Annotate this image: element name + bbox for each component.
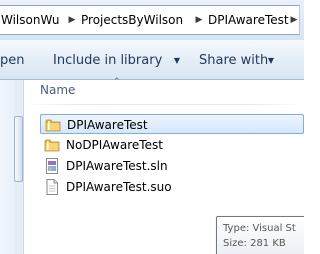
generic-file-icon — [44, 179, 60, 195]
chevron-right-icon[interactable]: ▶ — [287, 11, 301, 29]
chevron-right-icon[interactable]: ▶ — [192, 11, 206, 29]
file-row-dpiawaretest[interactable]: DPIAwareTest — [40, 114, 304, 134]
address-bar-area: WilsonWu ▶ ProjectsByWilson ▶ DPIAwareTe… — [0, 0, 304, 40]
nav-scrollbar-thumb[interactable] — [14, 116, 23, 182]
file-name: DPIAwareTest — [67, 118, 148, 132]
solution-file-icon — [44, 158, 60, 174]
triangle-down-icon[interactable]: ▼ — [172, 53, 182, 69]
name-column-header[interactable]: Name — [40, 82, 75, 98]
chevron-right-icon[interactable]: ▶ — [65, 11, 79, 29]
folder-icon — [45, 117, 61, 133]
file-row-dpiawaretest-suo[interactable]: DPIAwareTest.suo — [40, 177, 304, 197]
tooltip-type: Type: Visual St — [223, 223, 296, 234]
tooltip-size: Size: 281 KB — [223, 238, 286, 249]
breadcrumb-projectsbywilson[interactable]: ProjectsByWilson — [81, 11, 183, 29]
triangle-down-icon[interactable]: ▼ — [266, 53, 276, 69]
file-name: NoDPIAwareTest — [66, 138, 163, 152]
file-name: DPIAwareTest.suo — [66, 180, 172, 194]
share-with-button[interactable]: Share with — [199, 52, 268, 70]
file-name: DPIAwareTest.sln — [66, 159, 168, 173]
breadcrumb-dpiawaretest[interactable]: DPIAwareTest — [208, 11, 289, 29]
include-in-library-button[interactable]: Include in library — [53, 52, 162, 70]
open-button[interactable]: pen — [0, 52, 25, 70]
file-row-nodpiawaretest[interactable]: NoDPIAwareTest — [40, 135, 304, 155]
file-info-tooltip: Type: Visual St Size: 281 KB — [216, 216, 304, 254]
address-bar[interactable]: WilsonWu ▶ ProjectsByWilson ▶ DPIAwareTe… — [0, 5, 300, 35]
command-bar: pen Include in library ▼ Share with ▼ — [0, 40, 304, 80]
explorer-window: WilsonWu ▶ ProjectsByWilson ▶ DPIAwareTe… — [0, 0, 304, 254]
chevron-up-icon: ⌃ — [113, 77, 121, 87]
folder-icon — [44, 137, 60, 153]
file-row-dpiawaretest-sln[interactable]: DPIAwareTest.sln — [40, 156, 304, 176]
header-divider — [24, 104, 304, 105]
breadcrumb-wilsonwu[interactable]: WilsonWu — [1, 11, 60, 29]
